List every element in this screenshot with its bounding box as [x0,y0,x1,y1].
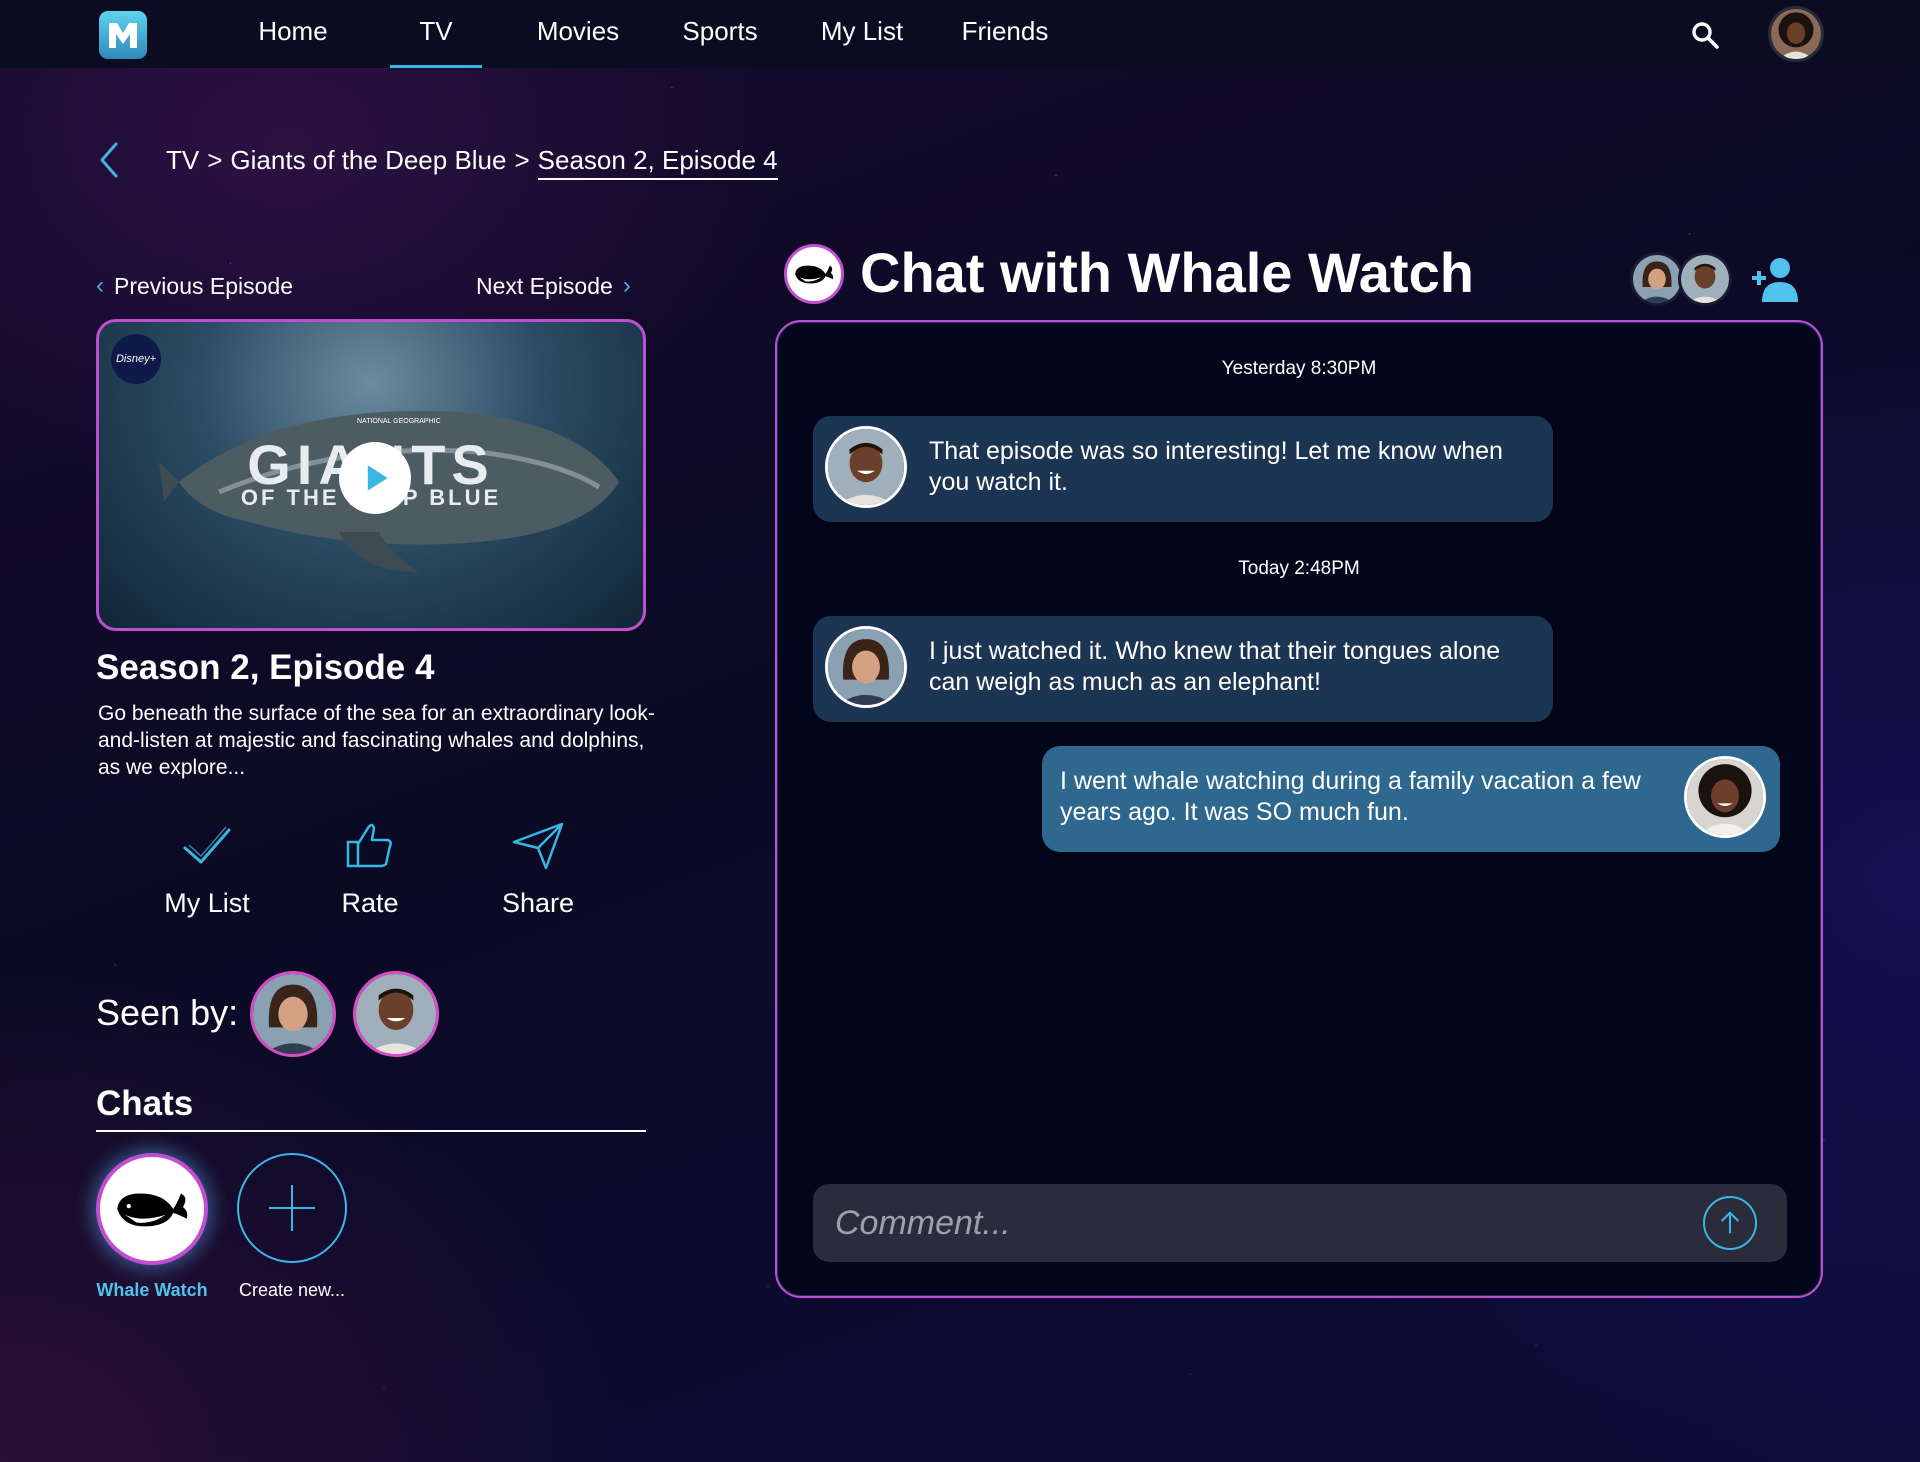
chat-panel: Yesterday 8:30PM That episode was so int… [775,320,1823,1298]
checkmark-icon [183,826,231,864]
whale-icon [117,1193,188,1227]
arrow-up-icon [1720,1211,1740,1234]
episode-thumbnail[interactable]: Disney+ NATIONAL GEOGRAPHIC GIANTS OF TH… [96,319,646,631]
play-icon [367,465,388,491]
back-chevron-icon[interactable] [96,140,124,180]
message-bubble-incoming: I just watched it. Who knew that their t… [813,616,1553,722]
thumbs-up-icon [346,823,392,868]
create-new-chat-label[interactable]: Create new... [222,1280,362,1301]
next-episode-link[interactable]: Next Episode › [476,272,631,300]
user-avatar[interactable] [1768,6,1824,62]
nav-sports[interactable]: Sports [676,16,764,68]
chat-group-icon [784,244,844,304]
chat-whale-watch[interactable] [96,1153,208,1265]
search-icon[interactable] [1690,20,1720,50]
rate-label: Rate [341,888,399,918]
seen-by-avatar-man[interactable] [353,971,439,1057]
message-timestamp: Yesterday 8:30PM [1221,358,1377,379]
app-logo[interactable] [99,11,147,59]
breadcrumb-separator: > [514,145,530,175]
chevron-right-icon: › [622,272,631,299]
share-button[interactable]: Share [473,818,603,919]
message-avatar-woman[interactable] [825,626,907,708]
chevron-left-icon: ‹ [96,272,104,299]
next-episode-label: Next Episode [476,272,613,299]
streaming-service-badge: Disney+ [111,334,161,384]
send-button[interactable] [1703,1196,1757,1250]
breadcrumb: TV > Giants of the Deep Blue > Season 2, Epi… [166,145,778,180]
chat-whale-watch-label[interactable]: Whale Watch [78,1280,226,1301]
chats-heading: Chats [96,1084,646,1132]
top-navigation-bar: Home TV Movies Sports My List Friends [0,0,1920,68]
seen-by-label: Seen by: [96,992,239,1033]
breadcrumb-separator: > [207,145,223,175]
my-list-label: My List [164,888,250,918]
message-text: I went whale watching during a family va… [1060,767,1641,826]
publisher-tag: NATIONAL GEOGRAPHIC [357,418,441,425]
comment-input[interactable] [835,1198,1675,1248]
create-new-chat-button[interactable] [237,1153,347,1263]
previous-episode-link[interactable]: ‹ Previous Episode [96,272,293,300]
message-text: That episode was so interesting! Let me … [929,437,1503,496]
chat-member-avatar-man[interactable] [1678,252,1732,306]
nav-tv[interactable]: TV [390,16,482,68]
nav-movies[interactable]: Movies [532,16,624,68]
share-label: Share [501,888,575,918]
comment-bar [813,1184,1787,1262]
whale-icon [795,265,834,284]
message-avatar-user[interactable] [1684,756,1766,838]
nav-friends[interactable]: Friends [958,16,1052,68]
message-text: I just watched it. Who knew that their t… [929,637,1501,696]
add-person-icon[interactable] [1750,256,1800,302]
message-timestamp: Today 2:48PM [1238,558,1360,579]
my-list-button[interactable]: My List [142,818,272,919]
app-logo-m-icon [109,23,137,48]
breadcrumb-tv[interactable]: TV [166,145,199,175]
nav-my-list[interactable]: My List [814,16,910,68]
seen-by-avatar-woman[interactable] [250,971,336,1057]
breadcrumb-current-episode: Season 2, Episode 4 [537,145,778,180]
play-button[interactable] [339,442,411,514]
message-bubble-incoming: That episode was so interesting! Let me … [813,416,1553,522]
rate-button[interactable]: Rate [305,818,435,919]
message-bubble-outgoing: I went whale watching during a family va… [1042,746,1780,852]
episode-description: Go beneath the surface of the sea for an… [98,702,655,779]
message-avatar-man[interactable] [825,426,907,508]
chat-title: Chat with Whale Watch [860,241,1474,304]
chat-member-avatar-woman[interactable] [1630,252,1684,306]
previous-episode-label: Previous Episode [114,272,293,299]
plus-icon [269,1185,315,1231]
episode-title: Season 2, Episode 4 [96,648,435,687]
send-plane-icon [512,822,564,870]
nav-home[interactable]: Home [254,16,332,68]
breadcrumb-show[interactable]: Giants of the Deep Blue [230,145,506,175]
